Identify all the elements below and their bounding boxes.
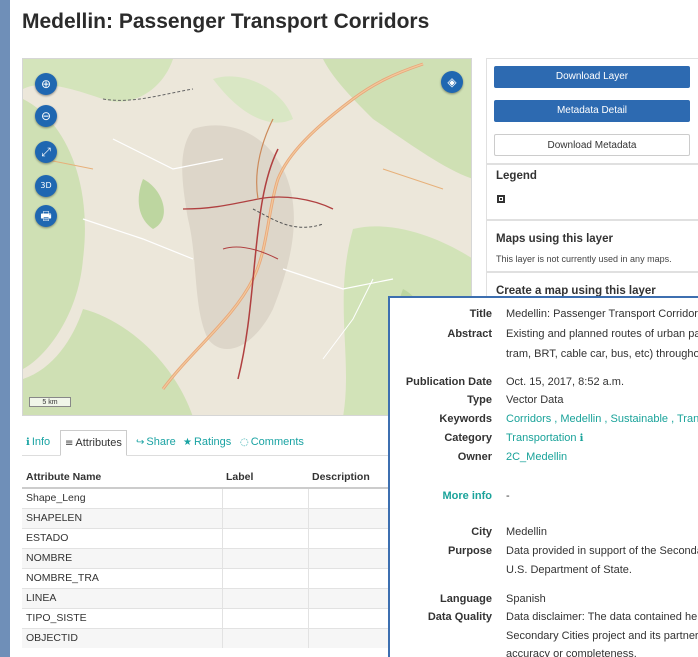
fullscreen-icon[interactable]: ⤢ <box>35 141 57 163</box>
info-value: Medellin <box>506 526 547 538</box>
zoom-out-icon[interactable]: ⊖ <box>35 105 57 127</box>
tab-share[interactable]: ↪ Share <box>132 430 180 456</box>
column-header: Label <box>222 466 308 489</box>
attribute-name: LINEA <box>22 587 223 608</box>
attribute-name: ESTADO <box>22 527 223 548</box>
column-header: Attribute Name <box>22 466 222 489</box>
star-icon: ★ <box>183 437 192 448</box>
info-label: Type <box>467 394 492 406</box>
legend-symbol <box>497 195 505 203</box>
maps-using-box <box>486 220 698 272</box>
info-value: Oct. 15, 2017, 8:52 a.m. <box>506 376 625 388</box>
metadata-detail-button[interactable]: Metadata Detail <box>494 100 690 122</box>
info-value: Secondary Cities project and its partner… <box>506 630 698 642</box>
page-title: Medellin: Passenger Transport Corridors <box>22 10 430 33</box>
maps-using-text: This layer is not currently used in any … <box>496 254 672 264</box>
info-value: - <box>506 490 510 502</box>
info-value: Data provided in support of the Secondar <box>506 545 698 557</box>
info-label: Publication Date <box>405 376 492 388</box>
legend-title: Legend <box>496 170 537 182</box>
tab-ratings[interactable]: ★ Ratings <box>179 430 235 456</box>
info-label: Purpose <box>447 545 492 557</box>
download-metadata-button[interactable]: Download Metadata <box>494 134 690 156</box>
info-icon: ℹ <box>26 437 30 448</box>
tab-label: Attributes <box>75 437 122 449</box>
info-value: U.S. Department of State. <box>506 564 632 576</box>
tab-label: Info <box>31 436 51 448</box>
download-layer-button[interactable]: Download Layer <box>494 66 690 88</box>
tab-label: Comments <box>250 436 304 448</box>
attribute-name: NOMBRE <box>22 547 223 568</box>
layer-info-overlay: Title Medellin: Passenger Transport Corr… <box>388 296 698 657</box>
maps-using-title: Maps using this layer <box>496 233 613 245</box>
info-label: Language <box>440 593 492 605</box>
info-label: Abstract <box>447 328 492 340</box>
share-icon: ↪ <box>136 437 145 448</box>
info-value: Data disclaimer: The data contained here <box>506 611 698 623</box>
attribute-name: Shape_Leng <box>22 487 223 508</box>
print-icon[interactable]: 🖶 <box>35 205 57 227</box>
layers-icon[interactable]: ◈ <box>441 71 463 93</box>
info-value: Existing and planned routes of urban pas <box>506 328 698 340</box>
info-value: Spanish <box>506 593 546 605</box>
info-value: tram, BRT, cable car, bus, etc) througho… <box>506 348 698 360</box>
info-label: Title <box>469 308 492 320</box>
attribute-name: SHAPELEN <box>22 507 223 528</box>
info-value: Transportation ℹ <box>506 432 583 444</box>
zoom-in-icon[interactable]: ⊕ <box>35 73 57 95</box>
info-label: Data Quality <box>427 611 492 623</box>
category-link[interactable]: Transportation <box>506 432 577 444</box>
attribute-name: NOMBRE_TRA <box>22 567 223 588</box>
comment-icon: ◌ <box>240 437 249 448</box>
info-label: Keywords <box>439 413 492 425</box>
info-label: Owner <box>457 451 492 463</box>
owner-link[interactable]: 2C_Medellin <box>506 451 567 463</box>
attribute-name: TIPO_SISTE <box>22 607 223 628</box>
map-scale-bar: 5 km <box>29 397 71 407</box>
info-circle-icon[interactable]: ℹ <box>580 433 584 444</box>
info-value: Medellin: Passenger Transport Corridors <box>506 308 698 320</box>
rotate-3d-icon[interactable]: 3D <box>35 175 57 197</box>
info-value: Vector Data <box>506 394 564 406</box>
tab-label: Share <box>146 436 176 448</box>
info-label: Category <box>444 432 492 444</box>
tab-attributes[interactable]: ≡ Attributes <box>60 430 127 456</box>
attribute-name: OBJECTID <box>22 627 223 648</box>
tab-comments[interactable]: ◌ Comments <box>236 430 308 456</box>
tab-info[interactable]: ℹ Info <box>22 430 54 456</box>
list-icon: ≡ <box>65 438 74 449</box>
info-label: City <box>471 526 492 538</box>
info-value: accuracy or completeness. <box>506 648 637 657</box>
keywords-links[interactable]: Corridors , Medellin , Sustainable , Tra… <box>506 413 698 425</box>
more-info-link[interactable]: More info <box>443 490 493 502</box>
tab-label: Ratings <box>193 436 232 448</box>
